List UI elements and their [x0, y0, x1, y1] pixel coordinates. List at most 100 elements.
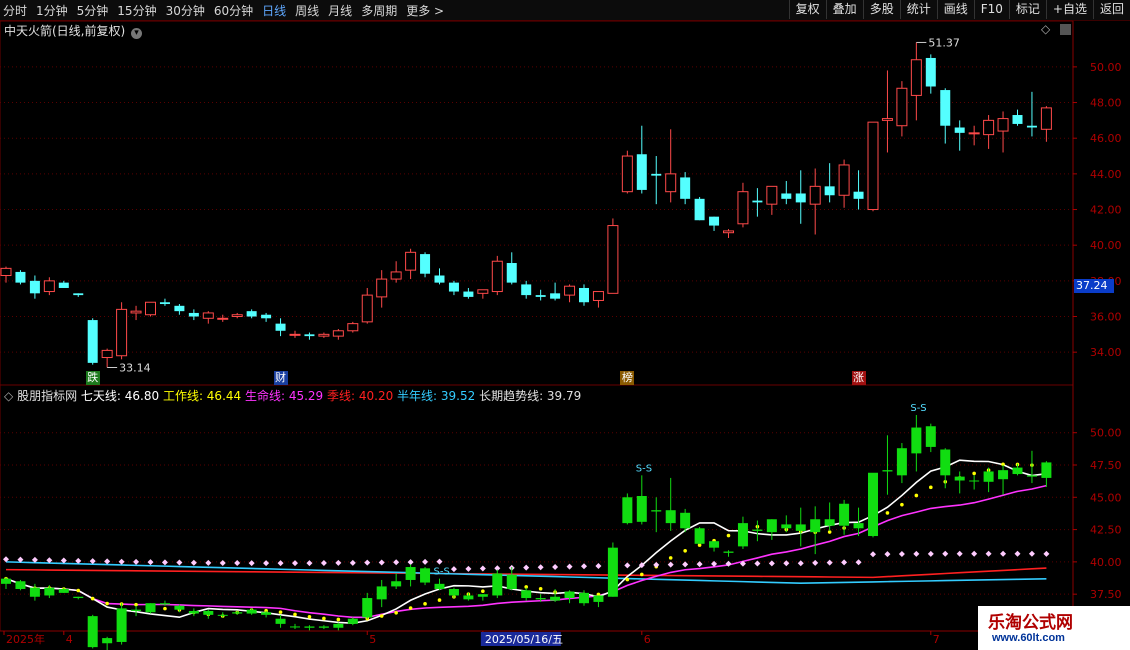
indicator-candle-body: [58, 589, 69, 593]
candle-body: [361, 294, 373, 323]
indicator-candle-body: [564, 591, 575, 599]
work-line-dot: [90, 596, 95, 601]
time-axis-label-3: 2025/05/16/五: [485, 633, 563, 646]
trend-diamond: [682, 561, 689, 568]
candle-body: [636, 154, 647, 190]
candle-body: [723, 230, 734, 234]
work-line-dot: [640, 572, 644, 577]
indicator-candle-body: [998, 470, 1009, 480]
trend-diamond: [581, 563, 587, 570]
work-line-dot: [163, 606, 167, 611]
candle-body: [896, 87, 908, 127]
diamond-icon[interactable]: ◇: [4, 389, 13, 403]
indicator-candle-body: [1012, 467, 1023, 475]
indicator-candle-body: [1, 578, 11, 584]
scroll-handle-icon[interactable]: [1060, 24, 1072, 35]
indicator-candle-body: [752, 529, 763, 531]
candle-body: [694, 198, 705, 221]
indicator-candle-body: [1026, 475, 1037, 477]
event-badge-1[interactable]: 财: [273, 371, 288, 385]
trend-diamond: [667, 561, 674, 568]
candle-body: [621, 155, 633, 193]
stock-title: 中天火箭(日线,前复权): [4, 24, 126, 38]
trend-diamond: [797, 560, 804, 567]
indicator-candle-body: [868, 472, 878, 537]
trend-diamond: [190, 559, 197, 566]
work-line-dot: [972, 471, 976, 476]
indicator-tick-label: 50.00: [1090, 427, 1122, 440]
work-line-dot: [379, 614, 384, 618]
indicator-candle-body: [44, 587, 55, 596]
candle-body: [87, 320, 98, 363]
work-line-dot: [105, 601, 109, 606]
indicator-candle-body: [492, 573, 503, 596]
work-line-dot: [683, 548, 687, 553]
event-badge-2[interactable]: 榜: [620, 371, 635, 385]
trend-diamond: [754, 560, 761, 567]
candle-body: [405, 251, 417, 271]
trend-diamond: [450, 566, 457, 573]
kline-chart-canvas[interactable]: 50.0048.0046.0044.0042.0040.0038.0036.00…: [0, 0, 1130, 650]
work-line-dot: [293, 612, 297, 617]
indicator-candle-body: [766, 519, 777, 533]
candle-body: [521, 284, 532, 296]
candle-body: [318, 333, 330, 337]
candle-body: [680, 177, 691, 199]
indicator-candle-body: [622, 497, 633, 524]
trend-diamond: [624, 562, 631, 569]
candle-body: [968, 132, 980, 135]
trend-diamond: [320, 560, 327, 567]
event-badge-3[interactable]: 涨: [851, 371, 866, 385]
indicator-candle-body: [810, 519, 821, 533]
indicator-candle-body: [131, 609, 142, 611]
indicator-candle-body: [983, 471, 994, 482]
trend-diamond: [942, 550, 949, 557]
candle-body: [910, 59, 922, 96]
event-badge-0[interactable]: 跌: [85, 371, 100, 385]
trend-diamond: [393, 559, 400, 566]
chevron-down-icon[interactable]: ▾: [131, 28, 143, 39]
candle-body: [202, 312, 214, 319]
work-line-dot: [481, 589, 485, 593]
candle-body: [463, 291, 474, 297]
current-price-tag: 37.24: [1074, 279, 1114, 293]
trend-diamond: [768, 560, 775, 567]
candle-body: [390, 271, 402, 280]
trend-diamond: [436, 558, 443, 565]
indicator-candle-body: [15, 581, 26, 589]
candle-body: [550, 293, 561, 299]
indicator-candle-body: [651, 510, 662, 512]
candle-body: [332, 330, 344, 337]
indicator-candle-body: [665, 510, 676, 524]
indicator-candle-body: [839, 503, 850, 526]
diamond-icon[interactable]: ◇: [1041, 22, 1050, 36]
candle-body: [737, 191, 749, 225]
candle-body: [1040, 107, 1052, 130]
candle-body: [983, 119, 995, 136]
indicator-candle-body: [73, 596, 84, 599]
indicator-candle-body: [940, 449, 951, 476]
indicator-candle-body: [391, 581, 402, 587]
candle-body: [607, 225, 619, 294]
candle-body: [867, 121, 879, 211]
low-price-label: 33.14: [119, 362, 150, 375]
indicator-candle-body: [362, 598, 373, 618]
indicator-candle-body: [275, 618, 286, 624]
work-line-dot: [726, 533, 731, 538]
indicator-candle-body: [333, 623, 344, 628]
candle-body: [231, 314, 243, 318]
indicator-candle-body: [550, 596, 561, 601]
candle-body: [275, 323, 286, 331]
indicator-candle-body: [463, 595, 474, 600]
indicator-candle-body: [261, 612, 272, 615]
candle-body: [188, 312, 199, 317]
candle-body: [145, 301, 156, 316]
indicator-candle-body: [680, 512, 691, 529]
price-tick-label: 48.00: [1090, 97, 1122, 110]
price-tick-label: 50.00: [1090, 61, 1122, 74]
candle-body: [347, 323, 359, 332]
trend-diamond: [927, 550, 934, 557]
trend-diamond: [898, 551, 905, 558]
time-axis-label-5: 7: [933, 633, 940, 646]
indicator-candle-body: [87, 616, 98, 648]
